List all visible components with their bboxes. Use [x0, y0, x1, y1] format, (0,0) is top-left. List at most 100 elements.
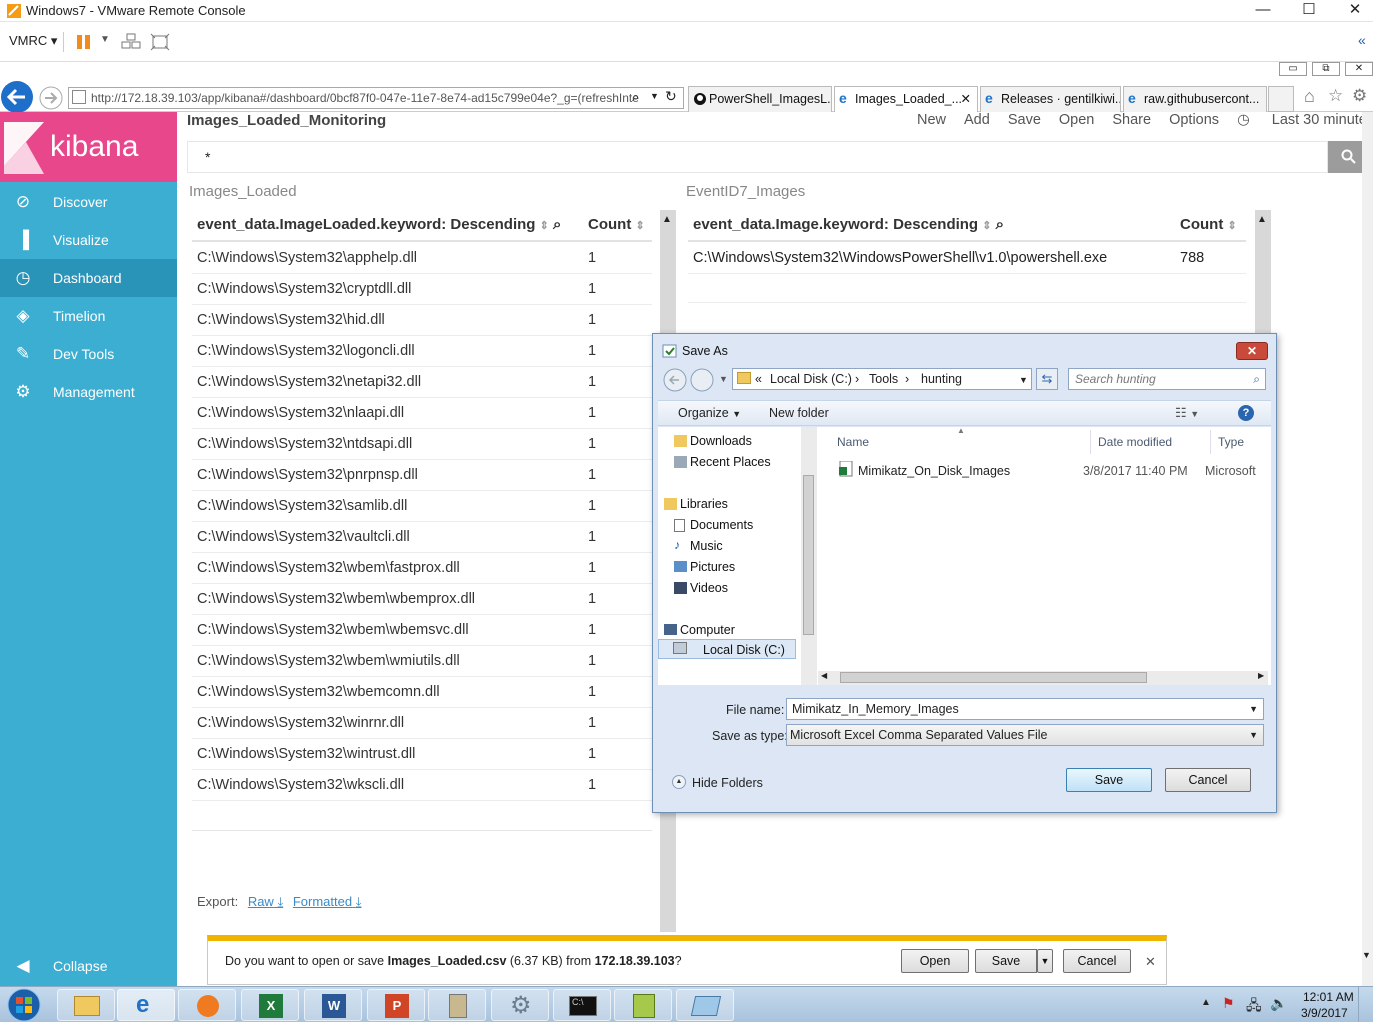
save-button[interactable]: Save [1066, 768, 1152, 792]
nav-add[interactable]: Add [964, 112, 990, 128]
tab-powershell-images[interactable]: PowerShell_ImagesL... [688, 86, 832, 112]
forward-button[interactable] [38, 86, 64, 110]
open-button[interactable]: Open [901, 949, 969, 973]
refresh-icon[interactable]: ↻ [665, 88, 677, 105]
tree-music[interactable]: ♪ Music [674, 538, 723, 553]
chevron-down-icon[interactable]: ▼ [100, 34, 110, 45]
send-ctrl-alt-del-icon[interactable] [121, 33, 141, 51]
page-scrollbar[interactable]: ▼ [1362, 112, 1373, 986]
filter-search-icon[interactable]: ⌕ [553, 216, 561, 233]
column-name[interactable]: Name [837, 435, 869, 449]
scroll-up-icon[interactable]: ▲ [662, 214, 672, 225]
back-forward-icon[interactable] [662, 367, 718, 393]
favorites-star-icon[interactable]: ☆ [1328, 86, 1343, 106]
dialog-close-button[interactable]: ✕ [1236, 342, 1268, 360]
kibana-logo[interactable]: kibana [0, 112, 177, 182]
filter-search-icon[interactable]: ⌕ [996, 216, 1004, 233]
tree-recent-places[interactable]: Recent Places [674, 455, 771, 469]
nav-collapse[interactable]: ◀ Collapse [0, 947, 177, 985]
column-date-modified[interactable]: Date modified [1098, 435, 1172, 449]
taskbar-word[interactable]: W [304, 989, 362, 1021]
clock-time[interactable]: 12:01 AM [1303, 990, 1354, 1004]
tab-raw-github[interactable]: raw.githubusercont... [1123, 86, 1267, 112]
view-options-icon[interactable]: ☷ ▼ [1175, 405, 1199, 421]
nav-options[interactable]: Options [1169, 112, 1219, 128]
save-options-dropdown[interactable]: ▼ [1037, 949, 1053, 973]
ie-close-icon[interactable]: ✕ [1345, 62, 1373, 76]
crumb-hunting[interactable]: hunting [921, 369, 962, 389]
nav-dashboard[interactable]: ◷ Dashboard [0, 259, 177, 297]
nav-timelion[interactable]: ◈ Timelion [0, 297, 177, 335]
taskbar-app-9[interactable] [676, 989, 734, 1021]
column-header-image[interactable]: event_data.Image.keyword: Descending ⇕ ⌕ [693, 216, 1004, 233]
help-icon[interactable]: ? [1238, 405, 1254, 421]
ie-restore-icon[interactable]: ⧉ [1312, 62, 1340, 76]
scroll-up-icon[interactable]: ▲ [1257, 214, 1267, 225]
taskbar-excel[interactable]: X [241, 989, 299, 1021]
taskbar-services[interactable]: ⚙ [491, 989, 549, 1021]
save-button[interactable]: Save [975, 949, 1037, 973]
tree-libraries[interactable]: Libraries [664, 497, 728, 511]
nav-discover[interactable]: ⊘ Discover [0, 183, 177, 221]
show-hidden-icons[interactable]: ▲ [1201, 997, 1211, 1008]
close-button[interactable]: ✕ [1332, 0, 1373, 22]
fullscreen-icon[interactable] [150, 33, 170, 51]
nav-dev-tools[interactable]: ✎ Dev Tools [0, 335, 177, 373]
sort-icon[interactable]: ⇕ [540, 220, 549, 232]
file-row[interactable]: Mimikatz_On_Disk_Images 3/8/2017 11:40 P… [819, 456, 1271, 480]
nav-open[interactable]: Open [1059, 112, 1094, 128]
crumb-tools[interactable]: Tools [869, 369, 898, 389]
file-name-input[interactable]: Mimikatz_In_Memory_Images ▼ [786, 698, 1264, 720]
nav-share[interactable]: Share [1112, 112, 1151, 128]
network-icon[interactable]: 🖧 [1246, 995, 1262, 1019]
taskbar-app-5[interactable] [428, 989, 486, 1021]
tree-documents[interactable]: Documents [674, 518, 753, 532]
tree-local-disk[interactable]: Local Disk (C:) [658, 639, 796, 659]
home-icon[interactable]: ⌂ [1304, 86, 1315, 107]
scroll-down-icon[interactable]: ▼ [1362, 950, 1371, 960]
taskbar-explorer[interactable] [57, 989, 115, 1021]
sort-icon[interactable]: ⇕ [982, 220, 991, 232]
hide-folders-button[interactable]: Hide Folders [692, 776, 763, 790]
tree-scrollbar[interactable] [801, 427, 817, 685]
search-input[interactable]: Search hunting ⌕ [1068, 368, 1266, 390]
column-header-image-loaded[interactable]: event_data.ImageLoaded.keyword: Descendi… [197, 216, 561, 233]
export-formatted-link[interactable]: Formatted ⤓ [293, 894, 362, 909]
nav-visualize[interactable]: ▐ Visualize [0, 221, 177, 259]
ie-minimize-icon[interactable]: ▭ [1279, 62, 1307, 76]
cancel-button[interactable]: Cancel [1063, 949, 1131, 973]
collapse-arrows-icon[interactable]: « [1358, 32, 1366, 48]
export-raw-link[interactable]: Raw ⤓ [248, 894, 283, 909]
taskbar-internet-explorer[interactable]: e [117, 989, 175, 1021]
nav-new[interactable]: New [917, 112, 946, 128]
query-bar[interactable]: * [187, 141, 1328, 173]
new-tab-button[interactable] [1268, 86, 1294, 112]
column-header-count[interactable]: Count ⇕ [588, 216, 645, 233]
tools-gear-icon[interactable]: ⚙ [1352, 86, 1367, 106]
minimize-button[interactable]: — [1240, 0, 1286, 22]
query-input[interactable]: * [205, 149, 210, 165]
tree-pictures[interactable]: Pictures [674, 560, 735, 574]
maximize-button[interactable]: ☐ [1286, 0, 1332, 22]
file-list-hscrollbar[interactable]: ◀ ▶ [818, 671, 1268, 685]
close-tab-icon[interactable]: ✕ [961, 87, 971, 111]
taskbar-powerpoint[interactable]: P [367, 989, 425, 1021]
panel2-scrollbar[interactable]: ▲ [1255, 210, 1271, 334]
breadcrumb[interactable]: « Local Disk (C:) › Tools › hunting ▼ [732, 368, 1032, 390]
crumb-local-disk[interactable]: Local Disk (C:) [770, 369, 852, 389]
show-desktop-button[interactable] [1358, 987, 1373, 1022]
address-bar[interactable]: http://172.18.39.103/app/kibana#/dashboa… [68, 87, 684, 109]
nav-management[interactable]: ⚙ Management [0, 373, 177, 411]
volume-icon[interactable]: 🔈 [1270, 995, 1287, 1012]
vmrc-menu[interactable]: VMRC ▾ [9, 33, 57, 49]
column-header-count[interactable]: Count ⇕ [1180, 216, 1237, 233]
chevron-down-icon[interactable]: ▼ [1019, 370, 1028, 390]
clock-date[interactable]: 3/9/2017 [1301, 1006, 1348, 1020]
crumb-overflow[interactable]: « [755, 369, 762, 389]
save-type-select[interactable]: Microsoft Excel Comma Separated Values F… [786, 724, 1264, 746]
column-type[interactable]: Type [1218, 435, 1244, 449]
taskbar-app-8[interactable] [614, 989, 672, 1021]
sort-icon[interactable]: ⇕ [1228, 220, 1237, 232]
hide-folders-icon[interactable]: ▲ [672, 775, 686, 789]
back-button[interactable] [0, 80, 36, 114]
